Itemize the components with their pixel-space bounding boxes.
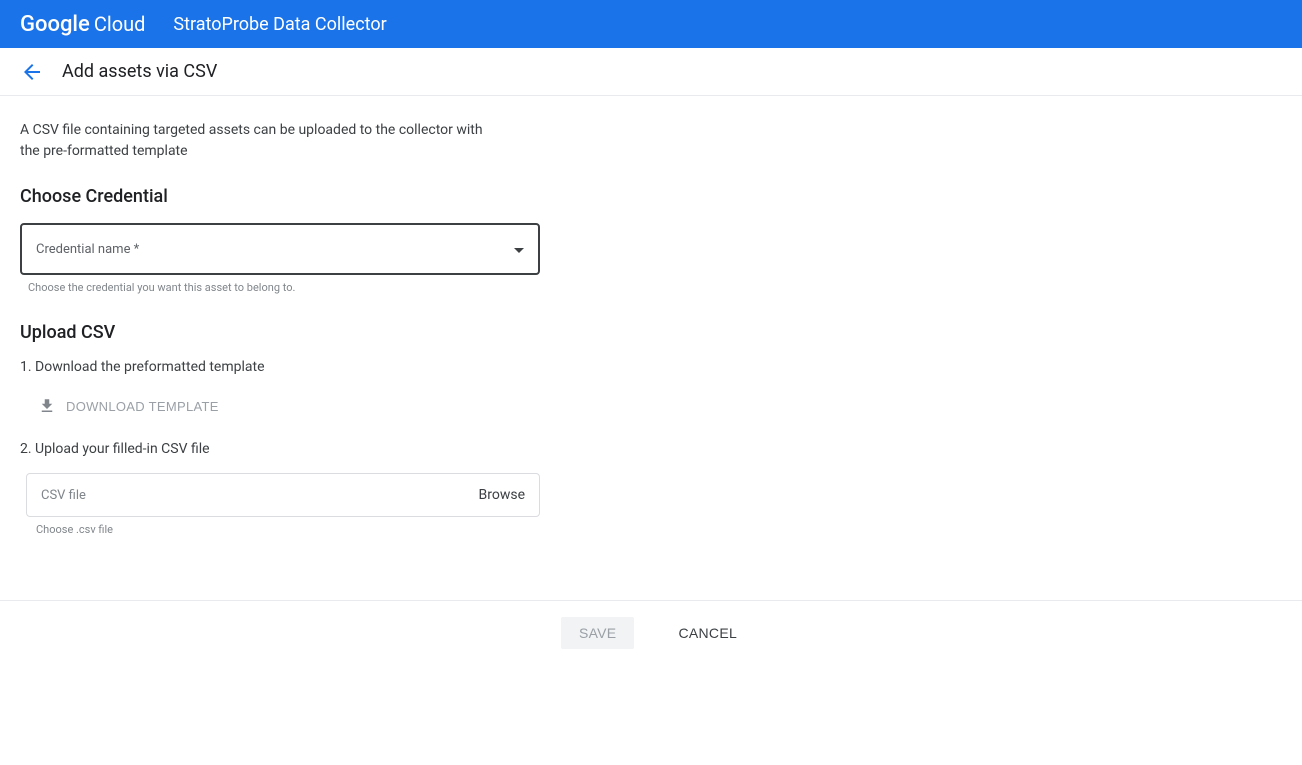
credential-select-label: Credential name * (36, 242, 139, 257)
download-template-label: DOWNLOAD TEMPLATE (66, 399, 219, 414)
page-title: Add assets via CSV (62, 61, 217, 82)
credential-select[interactable]: Credential name * (20, 223, 540, 275)
footer-bar: SAVE CANCEL (0, 600, 1302, 665)
upload-csv-heading: Upload CSV (20, 322, 540, 343)
step-2-label: 2. Upload your filled-in CSV file (20, 441, 540, 457)
download-template-button[interactable]: DOWNLOAD TEMPLATE (38, 391, 219, 421)
google-cloud-logo: Google Cloud (20, 12, 145, 37)
save-button[interactable]: SAVE (561, 617, 635, 649)
csv-file-label: CSV file (41, 488, 86, 503)
main-content: A CSV file containing targeted assets ca… (0, 96, 560, 576)
arrow-left-icon (20, 60, 44, 84)
upload-steps: 1. Download the preformatted template DO… (20, 359, 540, 536)
csv-file-input[interactable]: CSV file Browse (26, 473, 540, 517)
csv-file-helper: Choose .csv file (36, 523, 540, 536)
download-icon (38, 397, 56, 415)
intro-text: A CSV file containing targeted assets ca… (20, 120, 500, 162)
footer-actions: SAVE CANCEL (24, 617, 1278, 649)
credential-helper: Choose the credential you want this asse… (28, 281, 540, 294)
step-1-label: 1. Download the preformatted template (20, 359, 540, 375)
back-button[interactable] (20, 60, 44, 84)
page-header: Add assets via CSV (0, 48, 1302, 96)
caret-down-icon (514, 248, 524, 253)
browse-button[interactable]: Browse (479, 487, 525, 503)
cancel-button[interactable]: CANCEL (674, 617, 741, 649)
product-title: StratoProbe Data Collector (173, 14, 386, 35)
top-bar: Google Cloud StratoProbe Data Collector (0, 0, 1302, 48)
logo-primary: Google (20, 12, 90, 37)
choose-credential-heading: Choose Credential (20, 186, 540, 207)
logo-secondary: Cloud (94, 12, 146, 36)
